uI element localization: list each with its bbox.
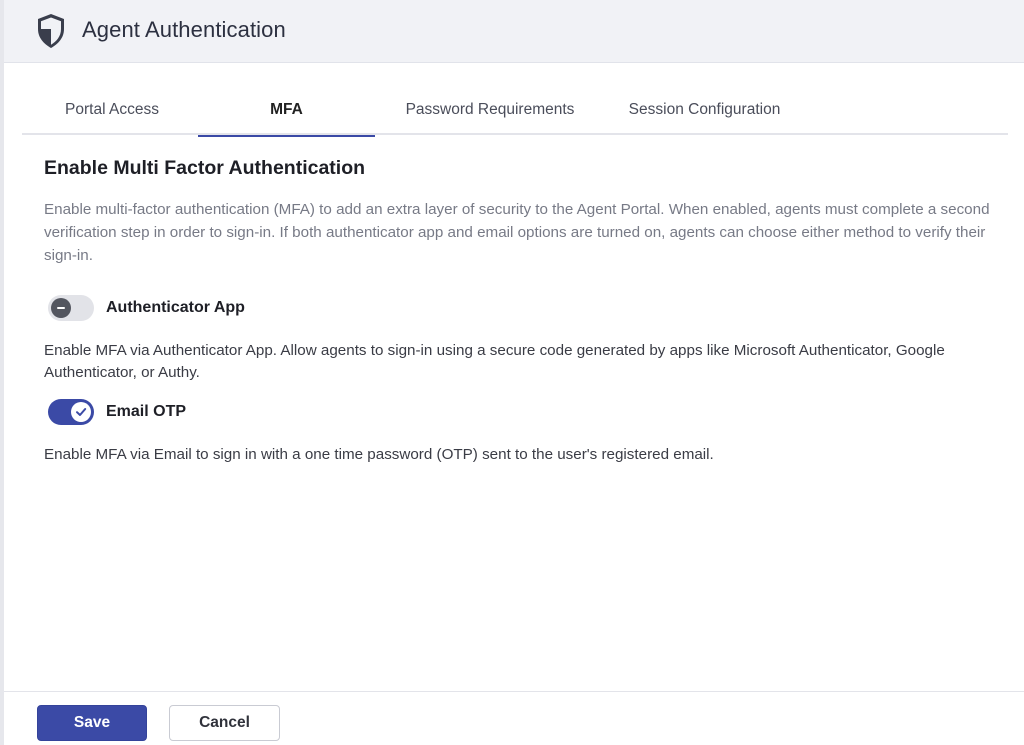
check-icon [76,408,87,416]
authenticator-app-help: Enable MFA via Authenticator App. Allow … [44,342,945,381]
email-otp-toggle[interactable] [48,399,94,425]
page-header: Agent Authentication [4,0,1024,63]
tab-portal-access[interactable]: Portal Access [44,84,180,135]
action-footer: Save Cancel [4,691,1024,745]
cancel-button[interactable]: Cancel [169,705,280,741]
authenticator-app-row: Authenticator App [48,293,245,323]
page-title: Agent Authentication [82,17,286,42]
email-otp-help: Enable MFA via Email to sign in with a o… [44,446,714,463]
email-otp-label: Email OTP [106,403,187,420]
tab-password-requirements[interactable]: Password Requirements [400,84,580,135]
save-button[interactable]: Save [37,705,147,741]
toggle-knob [51,298,71,318]
tab-session-configuration[interactable]: Session Configuration [622,84,787,135]
section-title: Enable Multi Factor Authentication [44,157,366,179]
auth-settings-panel: Agent Authentication Portal Access MFA P… [0,0,1024,745]
shield-icon [38,14,64,48]
authenticator-app-label: Authenticator App [106,299,245,316]
settings-tabs: Portal Access MFA Password Requirements … [22,84,1008,137]
section-description: Enable multi-factor authentication (MFA)… [44,201,990,264]
tab-mfa[interactable]: MFA [198,84,375,137]
toggle-knob [71,402,91,422]
authenticator-app-toggle[interactable] [48,295,94,321]
minus-icon [57,307,65,309]
email-otp-row: Email OTP [48,397,186,427]
